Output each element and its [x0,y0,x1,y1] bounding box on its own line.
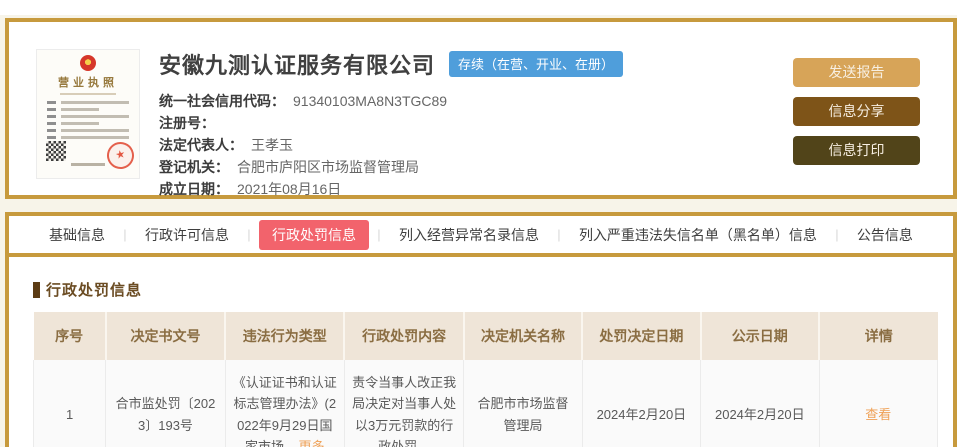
field-establish-date: 成立日期： 2021年08月16日 [159,178,623,200]
license-title: 营业执照 [37,74,139,90]
penalty-table-row: 1 合市监处罚〔2023〕193号 《认证证书和认证标志管理办法》(2022年9… [34,360,938,447]
detail-card: 基础信息 | 行政许可信息 | 行政处罚信息 | 列入经营异常名录信息 | 列入… [5,212,957,447]
cell-detail: 查看 [819,360,937,447]
field-credit-code: 统一社会信用代码： 91340103MA8N3TGC89 [159,90,623,112]
col-violation-type: 违法行为类型 [225,312,344,360]
qr-code-icon [46,141,66,161]
col-serial-no: 序号 [34,312,106,360]
penalty-section-title: 行政处罚信息 [46,279,142,300]
send-report-button[interactable]: 发送报告 [793,58,920,87]
cell-decision-doc-no: 合市监处罚〔2023〕193号 [106,360,225,447]
penalty-section-header: 行政处罚信息 [33,279,953,300]
license-divider [60,93,116,95]
license-footer-line [71,163,105,166]
page-top-strip [0,0,957,15]
company-info-block: 安徽九测认证服务有限公司 存续（在营、开业、在册） 统一社会信用代码： 9134… [159,48,623,200]
tab-admin-penalty-info[interactable]: 行政处罚信息 [259,220,369,250]
more-link[interactable]: 更多 [299,439,325,447]
tab-announcement-info[interactable]: 公告信息 [847,221,923,249]
tab-serious-violation-blacklist[interactable]: 列入严重违法失信名单（黑名单）信息 [569,221,827,249]
red-seal-icon: ★ [104,139,136,171]
company-name: 安徽九测认证服务有限公司 [159,48,435,80]
col-decision-date: 处罚决定日期 [582,312,700,360]
cell-serial-no: 1 [34,360,106,447]
cell-publish-date: 2024年2月20日 [701,360,819,447]
cell-violation-type: 《认证证书和认证标志管理办法》(2022年9月29日国家市场... 更多 [225,360,344,447]
status-badge: 存续（在营、开业、在册） [449,51,623,77]
tab-abnormal-operation-list[interactable]: 列入经营异常名录信息 [389,221,549,249]
cell-decision-date: 2024年2月20日 [582,360,700,447]
business-license-thumbnail: 营业执照 ★ [37,50,139,178]
national-emblem-icon [80,55,96,71]
company-field-list: 统一社会信用代码： 91340103MA8N3TGC89 注册号： 法定代表人：… [159,90,623,200]
field-registration-authority: 登记机关： 合肥市庐阳区市场监督管理局 [159,156,623,178]
cell-penalty-content: 责令当事人改正我局决定对当事人处以3万元罚款的行政处罚。 [344,360,463,447]
field-legal-representative: 法定代表人： 王孝玉 [159,134,623,156]
field-registration-no: 注册号： [159,112,623,134]
view-detail-link[interactable]: 查看 [865,407,891,422]
penalty-table-header-row: 序号 决定书文号 违法行为类型 行政处罚内容 决定机关名称 处罚决定日期 公示日… [34,312,938,360]
cell-decision-authority: 合肥市市场监督管理局 [464,360,582,447]
tab-admin-license-info[interactable]: 行政许可信息 [135,221,239,249]
info-print-button[interactable]: 信息打印 [793,136,920,165]
license-text-lines [37,101,139,139]
col-penalty-content: 行政处罚内容 [344,312,463,360]
company-summary-card: 营业执照 ★ 安徽九测认证服务有限公司 存续（在营、开业、在册） 统一社会信用代… [5,18,957,199]
col-decision-doc-no: 决定书文号 [106,312,225,360]
col-detail: 详情 [819,312,937,360]
info-share-button[interactable]: 信息分享 [793,97,920,126]
penalty-table: 序号 决定书文号 违法行为类型 行政处罚内容 决定机关名称 处罚决定日期 公示日… [33,312,938,447]
tab-bar: 基础信息 | 行政许可信息 | 行政处罚信息 | 列入经营异常名录信息 | 列入… [9,216,953,257]
action-button-group: 发送报告 信息分享 信息打印 [793,58,920,175]
col-publish-date: 公示日期 [701,312,819,360]
tab-basic-info[interactable]: 基础信息 [39,221,115,249]
section-title-marker-icon [33,282,40,298]
col-decision-authority: 决定机关名称 [464,312,582,360]
